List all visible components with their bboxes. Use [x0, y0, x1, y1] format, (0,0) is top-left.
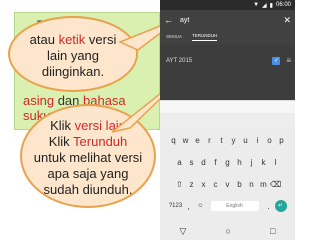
- key[interactable]: g: [222, 156, 234, 169]
- enter-icon[interactable]: ↵: [274, 200, 287, 212]
- search-input[interactable]: ayt: [176, 17, 283, 24]
- key[interactable]: l: [270, 156, 282, 169]
- key[interactable]: n: [246, 178, 258, 191]
- key[interactable]: f: [210, 156, 222, 169]
- onscreen-keyboard: q w e r t y u i o p a s d f g h j k l ⇧ …: [160, 128, 295, 222]
- key[interactable]: t: [216, 134, 228, 147]
- period-key[interactable]: .: [263, 200, 275, 213]
- key[interactable]: o: [264, 134, 276, 147]
- phone-screen: ▼ ◢ ▮ 06:00 ← ayt ✕ SEMUA TERUNDUH AYT 2…: [160, 0, 295, 240]
- key[interactable]: k: [258, 156, 270, 169]
- key[interactable]: u: [240, 134, 252, 147]
- key[interactable]: q: [168, 134, 180, 147]
- key[interactable]: w: [180, 134, 192, 147]
- nav-home-icon[interactable]: ○: [226, 226, 231, 236]
- version-list: AYT 2015 ✓ ≡: [160, 44, 295, 100]
- symbols-key[interactable]: ?123: [169, 200, 183, 213]
- keyboard-row-1: q w e r t y u i o p: [160, 134, 295, 147]
- key[interactable]: v: [222, 178, 234, 191]
- key[interactable]: e: [192, 134, 204, 147]
- nav-recents-icon[interactable]: □: [270, 226, 275, 236]
- shift-icon[interactable]: ⇧: [174, 178, 186, 191]
- keyboard-row-4: ?123 , ☺ English . ↵: [160, 200, 295, 213]
- status-time: 06:00: [275, 2, 291, 8]
- tab-all[interactable]: SEMUA: [166, 34, 182, 41]
- key[interactable]: a: [174, 156, 186, 169]
- key[interactable]: j: [246, 156, 258, 169]
- key[interactable]: d: [198, 156, 210, 169]
- checkbox-icon[interactable]: ✓: [272, 56, 281, 65]
- key[interactable]: x: [198, 178, 210, 191]
- menu-icon[interactable]: ≡: [286, 56, 291, 65]
- backspace-icon[interactable]: ⌫: [270, 178, 282, 191]
- space-bar[interactable]: English: [210, 201, 259, 211]
- tab-downloaded[interactable]: TERUNDUH: [192, 33, 218, 41]
- key[interactable]: z: [186, 178, 198, 191]
- key[interactable]: b: [234, 178, 246, 191]
- nav-back-icon[interactable]: ▽: [180, 226, 187, 237]
- comma-key[interactable]: ,: [183, 200, 195, 213]
- key[interactable]: r: [204, 134, 216, 147]
- list-item[interactable]: AYT 2015 ✓ ≡: [166, 56, 291, 65]
- status-bar: ▼ ◢ ▮ 06:00: [160, 0, 295, 10]
- keyboard-row-3: ⇧ z x c v b n m ⌫: [160, 178, 295, 191]
- signal-icon: ◢: [262, 2, 267, 9]
- list-item-title: AYT 2015: [166, 57, 193, 64]
- keyboard-row-2: a s d f g h j k l: [160, 156, 295, 169]
- key[interactable]: y: [228, 134, 240, 147]
- suggestion-strip: [160, 100, 295, 113]
- search-bar: ← ayt ✕: [160, 10, 295, 30]
- emoji-icon[interactable]: ☺: [195, 200, 207, 213]
- key[interactable]: p: [276, 134, 288, 147]
- key[interactable]: h: [234, 156, 246, 169]
- battery-icon: ▮: [269, 2, 273, 9]
- key[interactable]: i: [252, 134, 264, 147]
- wifi-icon: ▼: [253, 2, 260, 8]
- key[interactable]: c: [210, 178, 222, 191]
- android-nav-bar: ▽ ○ □: [160, 222, 295, 240]
- back-arrow-icon[interactable]: ←: [164, 15, 176, 25]
- key[interactable]: m: [258, 178, 270, 191]
- tab-bar: SEMUA TERUNDUH: [160, 30, 295, 44]
- key[interactable]: s: [186, 156, 198, 169]
- close-icon[interactable]: ✕: [283, 15, 291, 26]
